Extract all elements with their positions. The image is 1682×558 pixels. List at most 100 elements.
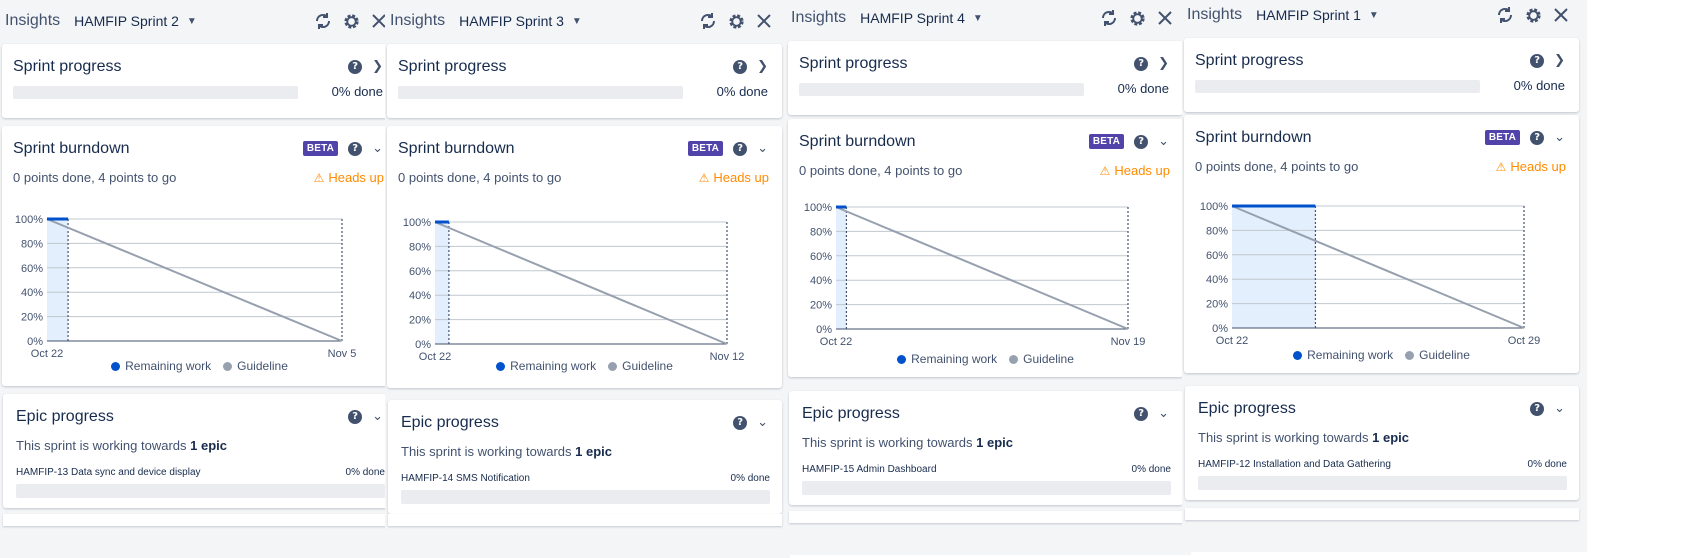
refresh-icon[interactable] (1099, 8, 1119, 28)
beta-badge: BETA (1484, 130, 1521, 145)
chevron-right-icon[interactable]: ❯ (1158, 56, 1169, 71)
epic-summary: This sprint is working towards 1 epic (16, 438, 227, 453)
sprint-burndown-card: Sprint burndown BETA ? ⌄ 0 points done, … (1184, 115, 1579, 373)
sprint-burndown-title: Sprint burndown (13, 140, 130, 157)
epic-summary: This sprint is working towards 1 epic (802, 435, 1013, 450)
help-icon[interactable]: ? (1134, 56, 1149, 71)
legend-label-guideline: Guideline (1419, 348, 1470, 362)
heads-up-label: Heads up (1510, 159, 1566, 174)
chevron-down-icon[interactable]: ⌄ (1158, 134, 1169, 149)
chevron-down-icon[interactable]: ⌄ (757, 141, 768, 156)
chevron-down-icon[interactable]: ⌄ (372, 141, 383, 156)
epic-row[interactable]: HAMFIP-12 Installation and Data Gatherin… (1198, 459, 1567, 470)
heads-up-link[interactable]: ⚠ Heads up (699, 170, 769, 185)
help-icon[interactable]: ? (1134, 406, 1149, 421)
insights-title: Insights (390, 12, 446, 29)
gear-icon[interactable] (726, 11, 746, 31)
sprint-selector[interactable]: HAMFIP Sprint 3 ▼ (459, 13, 582, 29)
gear-icon[interactable] (1523, 5, 1543, 25)
legend-label-guideline: Guideline (622, 359, 673, 373)
help-icon[interactable]: ? (1530, 130, 1545, 145)
help-icon[interactable]: ? (733, 141, 748, 156)
insights-panel: Insights HAMFIP Sprint 2 ▼ Sprint progre… (0, 0, 405, 558)
gear-icon[interactable] (341, 11, 361, 31)
header-tools (1495, 5, 1571, 25)
help-icon[interactable]: ? (1134, 134, 1149, 149)
chevron-right-icon[interactable]: ❯ (1554, 53, 1565, 68)
refresh-icon[interactable] (1495, 5, 1515, 25)
sprint-progress-bar (799, 83, 1084, 96)
chevron-down-icon[interactable]: ⌄ (757, 415, 768, 430)
chevron-down-icon[interactable]: ⌄ (1554, 401, 1565, 416)
help-icon[interactable]: ? (733, 59, 748, 74)
sprint-selector[interactable]: HAMFIP Sprint 1 ▼ (1256, 7, 1379, 23)
y-tick-label: 40% (1206, 274, 1228, 286)
sprint-name: HAMFIP Sprint 3 (459, 13, 564, 29)
refresh-icon[interactable] (313, 11, 333, 31)
y-tick-label: 80% (409, 241, 431, 253)
sprint-progress-card: Sprint progress ? ❯ 0% done (788, 41, 1183, 115)
help-icon[interactable]: ? (1530, 401, 1545, 416)
sprint-progress-percent: 0% done (1117, 81, 1169, 96)
y-tick-label: 0% (415, 339, 431, 351)
legend-item-remaining[interactable]: Remaining work (1293, 348, 1393, 362)
heads-up-link[interactable]: ⚠ Heads up (1100, 163, 1170, 178)
sprint-progress-title: Sprint progress (1195, 52, 1304, 69)
help-icon[interactable]: ? (348, 59, 363, 74)
chevron-down-icon[interactable]: ⌄ (1554, 130, 1565, 145)
refresh-icon[interactable] (698, 11, 718, 31)
help-icon[interactable]: ? (1530, 53, 1545, 68)
chevron-right-icon[interactable]: ❯ (757, 59, 768, 74)
close-icon[interactable] (1551, 5, 1571, 25)
epic-progress-title: Epic progress (401, 414, 499, 431)
chevron-down-icon[interactable]: ⌄ (1158, 406, 1169, 421)
epic-summary-prefix: This sprint is working towards (16, 438, 191, 453)
epic-row[interactable]: HAMFIP-15 Admin Dashboard 0% done (802, 464, 1171, 475)
sprint-progress-card: Sprint progress ? ❯ 0% done (2, 44, 397, 118)
legend-label-guideline: Guideline (1023, 352, 1074, 366)
y-tick-label: 20% (1206, 299, 1228, 311)
heads-up-link[interactable]: ⚠ Heads up (1496, 159, 1566, 174)
sprint-selector[interactable]: HAMFIP Sprint 4 ▼ (860, 10, 983, 26)
sprint-progress-title: Sprint progress (13, 58, 122, 75)
legend-item-remaining[interactable]: Remaining work (897, 352, 997, 366)
card-actions: ? ⌄ (348, 409, 383, 424)
epic-name: HAMFIP-15 Admin Dashboard (802, 464, 937, 475)
legend-item-remaining[interactable]: Remaining work (496, 359, 596, 373)
legend-item-guideline[interactable]: Guideline (223, 359, 288, 373)
panel-header: Insights HAMFIP Sprint 2 ▼ (0, 0, 405, 42)
epic-row[interactable]: HAMFIP-13 Data sync and device display 0… (16, 467, 385, 478)
epic-progress-bar (802, 481, 1171, 495)
epic-name: HAMFIP-13 Data sync and device display (16, 467, 201, 478)
insights-panel: Insights HAMFIP Sprint 4 ▼ Sprint progre… (786, 0, 1191, 555)
close-icon[interactable] (1155, 8, 1175, 28)
card-actions: ? ❯ (1134, 56, 1169, 71)
gear-icon[interactable] (1127, 8, 1147, 28)
epic-summary: This sprint is working towards 1 epic (401, 444, 612, 459)
sprint-selector[interactable]: HAMFIP Sprint 2 ▼ (74, 13, 197, 29)
help-icon[interactable]: ? (348, 141, 363, 156)
legend-item-guideline[interactable]: Guideline (1405, 348, 1470, 362)
burndown-chart: 100%80%60%40%20%0%Oct 22 Nov 12 (403, 217, 745, 360)
chevron-right-icon[interactable]: ❯ (372, 59, 383, 74)
epic-progress-card: Epic progress ? ⌄ This sprint is working… (789, 391, 1183, 505)
heads-up-link[interactable]: ⚠ Heads up (314, 170, 384, 185)
y-tick-label: 20% (409, 315, 431, 327)
next-card-stub (1185, 508, 1579, 520)
insights-title: Insights (5, 12, 61, 29)
help-icon[interactable]: ? (733, 415, 748, 430)
panel-header: Insights HAMFIP Sprint 4 ▼ (786, 0, 1191, 39)
close-icon[interactable] (754, 11, 774, 31)
chevron-down-icon[interactable]: ⌄ (372, 409, 383, 424)
elapsed-band (435, 222, 449, 344)
epic-row[interactable]: HAMFIP-14 SMS Notification 0% done (401, 473, 770, 484)
legend-dot-remaining (1293, 350, 1303, 360)
help-icon[interactable]: ? (348, 409, 363, 424)
y-tick-label: 0% (1212, 323, 1228, 335)
y-tick-label: 60% (810, 251, 832, 263)
epic-progress-bar (401, 490, 770, 504)
chevron-down-icon: ▼ (186, 15, 197, 27)
legend-item-remaining[interactable]: Remaining work (111, 359, 211, 373)
legend-item-guideline[interactable]: Guideline (1009, 352, 1074, 366)
legend-item-guideline[interactable]: Guideline (608, 359, 673, 373)
